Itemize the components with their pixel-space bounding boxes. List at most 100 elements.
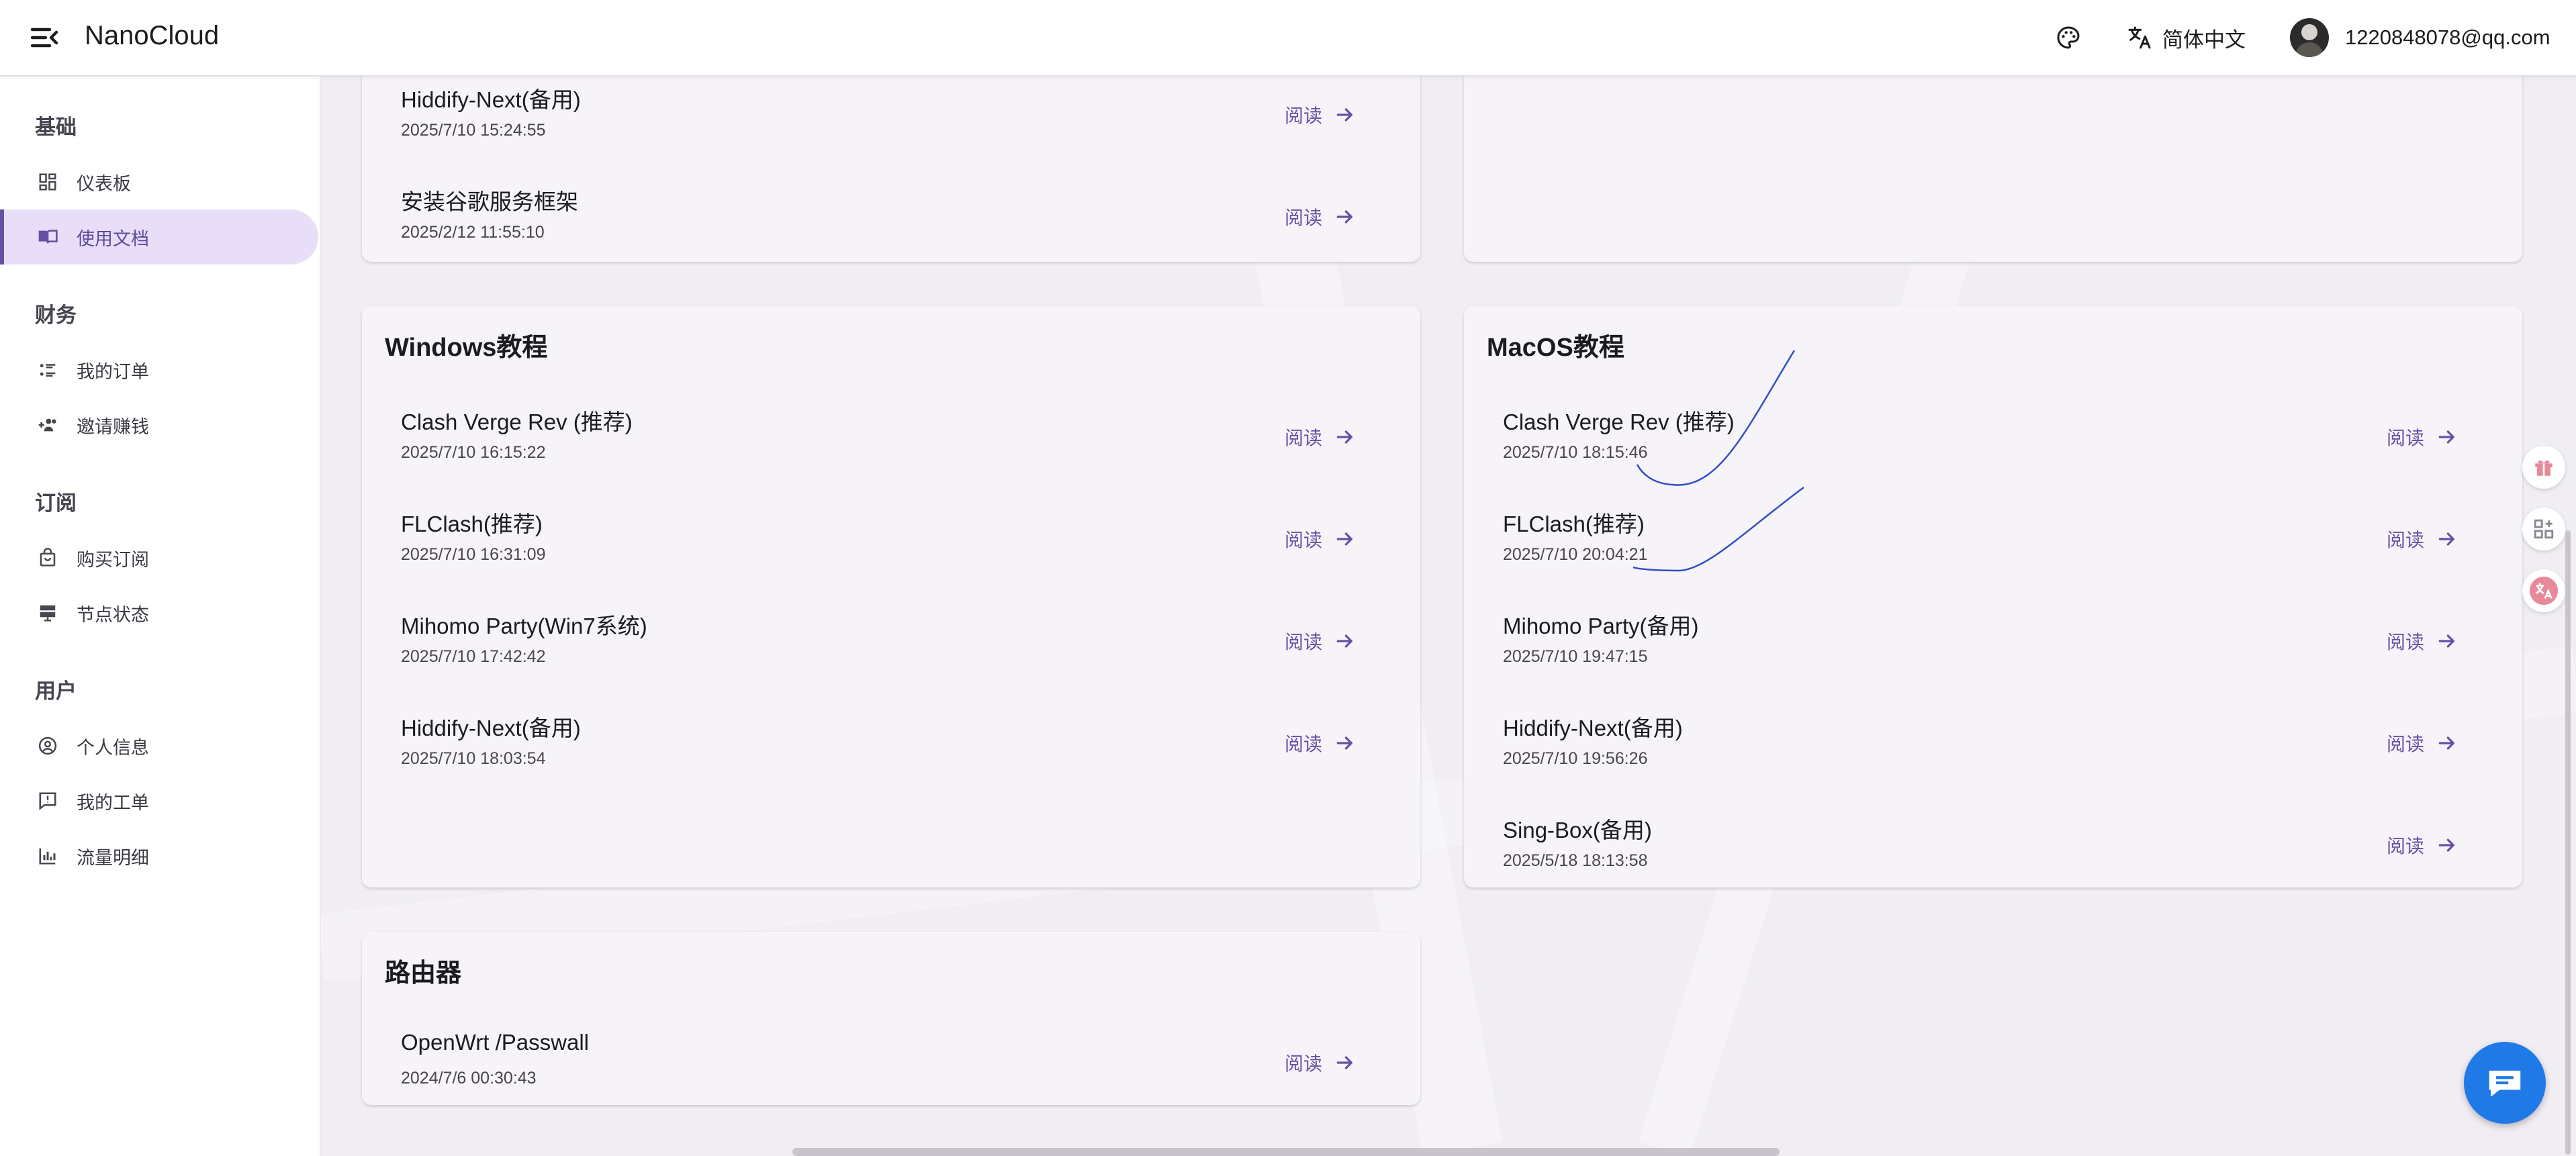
sidebar-item-label: 我的订单 [77, 361, 149, 382]
menu-collapse-button[interactable] [28, 21, 60, 54]
read-button[interactable]: 阅读 [1285, 624, 1356, 658]
sidebar-item-traffic[interactable]: 流量明细 [0, 828, 320, 883]
arrow-right-icon [2438, 736, 2454, 750]
user-menu[interactable]: 1220848078@qq.com [2290, 18, 2550, 57]
doc-row: FLClash(推荐) 2025/7/10 16:31:09 阅读 [362, 489, 1420, 591]
card-title: Windows教程 [385, 334, 548, 362]
doc-title: Mihomo Party(备用) [1503, 614, 1699, 638]
doc-date: 2025/5/18 18:13:58 [1503, 851, 1648, 870]
sidebar-item-label: 流量明细 [77, 847, 149, 868]
doc-card-router: 路由器 OpenWrt /Passwall 2024/7/6 00:30:43 … [362, 932, 1420, 1105]
horizontal-scrollbar[interactable] [792, 1148, 1780, 1156]
read-button[interactable]: 阅读 [2387, 726, 2458, 760]
doc-date: 2025/7/10 18:15:46 [1503, 443, 1648, 462]
translate-float-button[interactable] [2522, 569, 2565, 612]
arrow-right-icon [1336, 430, 1352, 444]
doc-date: 2025/7/10 18:03:54 [401, 749, 546, 768]
sidebar-section-user: 用户 [35, 679, 77, 703]
sidebar: 基础 仪表板 使用文档 财务 我的订单 邀请赚钱 订阅 购买订阅 节点状态 用户… [0, 75, 321, 1156]
read-button[interactable]: 阅读 [1285, 726, 1356, 760]
sidebar-item-tickets[interactable]: 我的工单 [0, 773, 320, 828]
bag-icon [36, 546, 59, 569]
arrow-right-icon [1336, 532, 1352, 546]
chat-button[interactable] [2464, 1042, 2546, 1124]
translate-icon [2128, 26, 2151, 49]
apps-add-icon [2534, 519, 2554, 539]
doc-row: Clash Verge Rev (推荐) 2025/7/10 16:15:22 … [362, 387, 1420, 489]
ticket-icon [36, 789, 59, 812]
server-icon [36, 601, 59, 624]
sidebar-item-invite[interactable]: 邀请赚钱 [0, 397, 320, 452]
sidebar-item-dashboard[interactable]: 仪表板 [0, 154, 320, 209]
avatar [2290, 18, 2329, 57]
read-button[interactable]: 阅读 [1285, 420, 1356, 454]
doc-row: OpenWrt /Passwall 2024/7/6 00:30:43 阅读 [362, 1012, 1420, 1114]
language-switcher[interactable]: 简体中文 [2126, 19, 2246, 56]
doc-row: Mihomo Party(备用) 2025/7/10 19:47:15 阅读 [1464, 591, 2522, 693]
arrow-right-icon [2438, 430, 2454, 444]
vertical-scrollbar[interactable] [2565, 530, 2571, 1155]
arrow-right-icon [1336, 634, 1352, 648]
doc-title: FLClash(推荐) [1503, 512, 1645, 536]
doc-row: Hiddify-Next(备用) 2025/7/10 18:03:54 阅读 [362, 693, 1420, 795]
read-label: 阅读 [2386, 632, 2424, 653]
read-label: 阅读 [1284, 105, 1322, 126]
read-label: 阅读 [2386, 428, 2424, 448]
top-app-bar: NanoCloud 简体中文 1220848078@qq.com [0, 0, 2576, 77]
arrow-right-icon [2438, 532, 2454, 546]
doc-date: 2025/2/12 11:55:10 [401, 223, 545, 242]
read-label: 阅读 [1284, 632, 1322, 653]
card-title: MacOS教程 [1487, 334, 1624, 362]
doc-date: 2025/7/10 19:47:15 [1503, 647, 1648, 666]
translate-badge-icon [2529, 576, 2559, 606]
arrow-right-icon [1336, 1056, 1352, 1069]
read-button[interactable]: 阅读 [2387, 420, 2458, 454]
doc-date: 2025/7/10 19:56:26 [1503, 749, 1648, 768]
sidebar-section-basic: 基础 [35, 115, 77, 139]
sidebar-item-docs[interactable]: 使用文档 [0, 209, 318, 264]
read-button[interactable]: 阅读 [1285, 200, 1356, 234]
gift-button[interactable] [2522, 446, 2565, 489]
doc-title: Hiddify-Next(备用) [401, 716, 581, 740]
card-title: 路由器 [385, 959, 462, 988]
doc-title: Clash Verge Rev (推荐) [401, 410, 633, 434]
doc-title: Sing-Box(备用) [1503, 818, 1652, 842]
read-button[interactable]: 阅读 [1285, 98, 1356, 132]
list-icon [36, 358, 59, 381]
arrow-right-icon [1336, 210, 1352, 224]
app-title: NanoCloud [85, 21, 220, 50]
theme-button[interactable] [2055, 19, 2082, 56]
read-button[interactable]: 阅读 [2387, 522, 2458, 556]
read-button[interactable]: 阅读 [1285, 1046, 1356, 1079]
apps-button[interactable] [2522, 508, 2565, 550]
sidebar-item-label: 购买订阅 [77, 549, 149, 570]
sidebar-item-buy[interactable]: 购买订阅 [0, 530, 320, 585]
doc-row: Hiddify-Next(备用) 2025/7/10 19:56:26 阅读 [1464, 693, 2522, 795]
sidebar-item-orders[interactable]: 我的订单 [0, 342, 320, 397]
doc-title: 安装谷歌服务框架 [401, 189, 578, 214]
doc-title: OpenWrt /Passwall [401, 1030, 589, 1055]
sidebar-item-profile[interactable]: 个人信息 [0, 718, 320, 773]
doc-title: Hiddify-Next(备用) [1503, 716, 1683, 740]
arrow-right-icon [2438, 634, 2454, 648]
doc-row: Clash Verge Rev (推荐) 2025/7/10 18:15:46 … [1464, 387, 2522, 489]
chat-icon [2489, 1070, 2521, 1097]
read-label: 阅读 [2386, 530, 2424, 550]
sidebar-item-label: 邀请赚钱 [77, 416, 149, 437]
read-button[interactable]: 阅读 [2387, 624, 2458, 658]
doc-title: FLClash(推荐) [401, 512, 543, 536]
doc-date: 2025/7/10 16:15:22 [401, 443, 546, 462]
read-label: 阅读 [1284, 428, 1322, 448]
doc-card-macos: MacOS教程 Clash Verge Rev (推荐) 2025/7/10 1… [1464, 306, 2522, 887]
palette-icon [2057, 26, 2080, 49]
doc-title: Mihomo Party(Win7系统) [401, 614, 647, 638]
sidebar-item-label: 个人信息 [77, 737, 149, 758]
group-add-icon [36, 414, 59, 436]
doc-date: 2025/7/10 15:24:55 [401, 121, 546, 140]
read-label: 阅读 [1284, 207, 1322, 228]
read-button[interactable]: 阅读 [2387, 828, 2458, 862]
user-email: 1220848078@qq.com [2345, 26, 2550, 49]
doc-row: Hiddify-Next(备用) 2025/7/10 15:24:55 阅读 [362, 64, 1420, 166]
read-button[interactable]: 阅读 [1285, 522, 1356, 556]
sidebar-item-nodes[interactable]: 节点状态 [0, 585, 320, 640]
